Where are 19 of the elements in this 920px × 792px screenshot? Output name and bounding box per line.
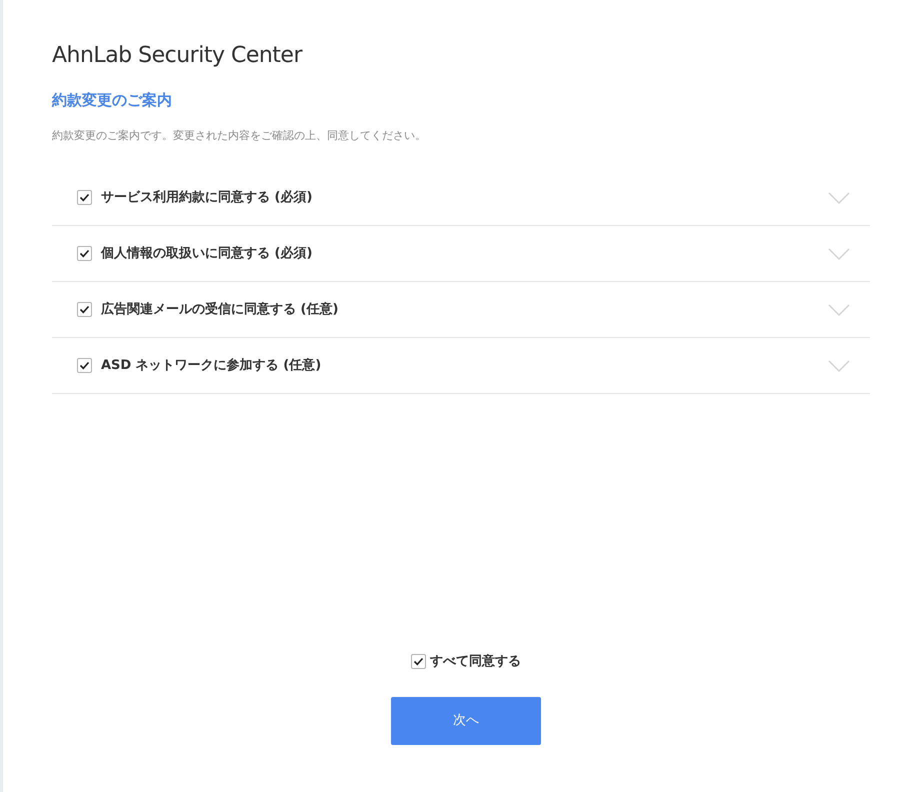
agree-all-label: すべて同意する bbox=[430, 652, 521, 670]
section-heading: 約款変更のご案内 bbox=[52, 90, 173, 111]
description: 約款変更のご案内です。変更された内容をご確認の上、同意してください。 bbox=[52, 128, 427, 144]
term-label: サービス利用約款に同意する (必須) bbox=[101, 188, 312, 207]
checkmark-icon bbox=[79, 192, 90, 203]
checkbox[interactable] bbox=[77, 358, 92, 373]
checkmark-icon bbox=[79, 248, 90, 259]
next-button[interactable]: 次へ bbox=[391, 697, 541, 745]
checkbox[interactable] bbox=[411, 654, 426, 669]
checkmark-icon bbox=[413, 656, 424, 667]
checkmark-icon bbox=[79, 360, 90, 371]
checkbox[interactable] bbox=[77, 190, 92, 205]
checkbox[interactable] bbox=[77, 246, 92, 261]
checkbox[interactable] bbox=[77, 302, 92, 317]
term-label: 広告関連メールの受信に同意する (任意) bbox=[101, 300, 338, 319]
app-title: AhnLab Security Center bbox=[52, 42, 304, 70]
term-label: 個人情報の取扱いに同意する (必須) bbox=[101, 244, 312, 263]
checkmark-icon bbox=[79, 304, 90, 315]
term-label: ASD ネットワークに参加する (任意) bbox=[101, 356, 322, 375]
